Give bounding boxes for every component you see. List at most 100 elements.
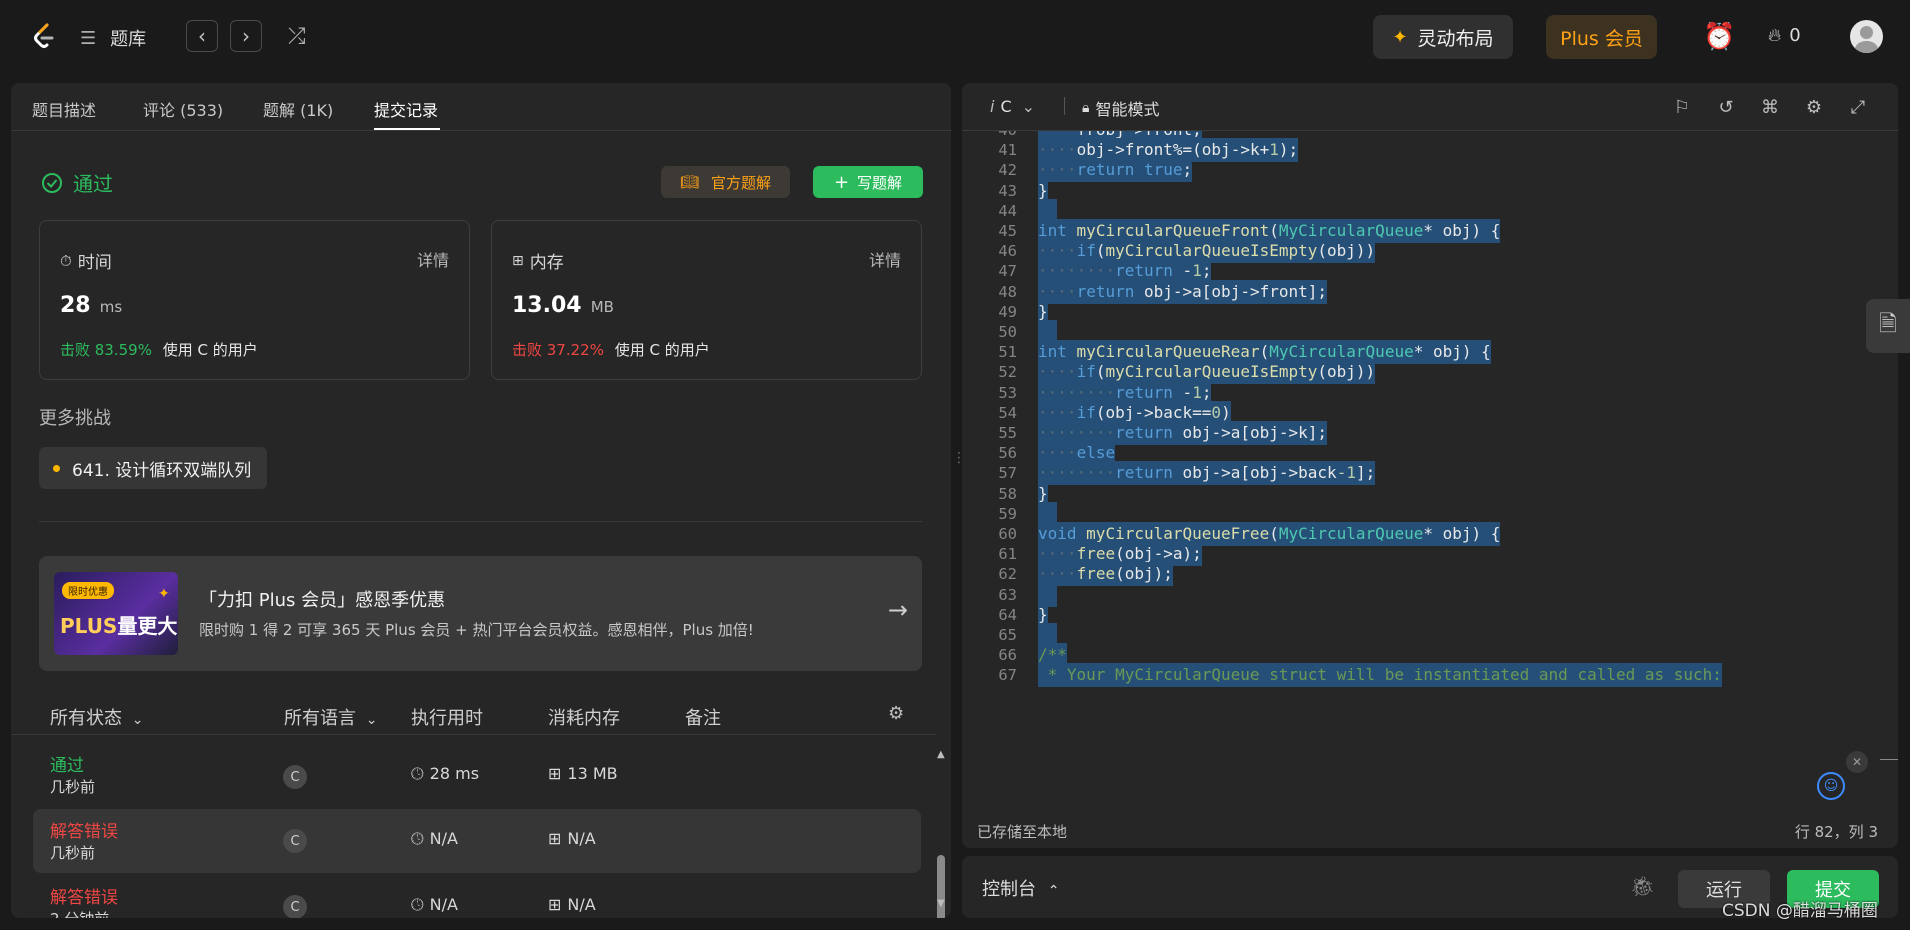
clock-icon: 🕓︎: [411, 829, 424, 848]
result-status: 通过: [41, 168, 113, 197]
problem-list-button[interactable]: ☰ 题库: [80, 25, 146, 51]
watermark: CSDN @醋溜马桶圈: [1722, 901, 1878, 921]
runtime-beats-suffix: 使用 C 的用户: [162, 341, 258, 359]
scroll-up-icon[interactable]: ▲: [937, 749, 945, 760]
left-tabs: 题目描述 评论 (533) 题解 (1K) 提交记录: [11, 83, 951, 131]
code-line[interactable]: 67 * Your MyCircularQueue struct will be…: [962, 663, 1898, 688]
settings-gear-icon[interactable]: ⚙: [1802, 95, 1826, 119]
leetcode-logo-icon[interactable]: [30, 22, 58, 50]
language-selector[interactable]: i C ⌄: [990, 97, 1035, 116]
tab-comments[interactable]: 评论 (533): [143, 97, 223, 121]
memory-unit: MB: [590, 298, 614, 316]
plus-promo-banner[interactable]: 限时优惠 ✦ PLUS量更大 「力扣 Plus 会员」感恩季优惠 限时购 1 得…: [39, 556, 922, 671]
fullscreen-icon[interactable]: ⤢: [1846, 95, 1870, 119]
write-solution-button[interactable]: + 写题解: [813, 166, 923, 198]
sparkle-icon: ✦: [1392, 26, 1408, 48]
runtime-card[interactable]: ⏱︎ 时间 详情 28 ms 击败 83.59% 使用 C 的用户: [39, 220, 470, 380]
shortcut-icon[interactable]: ⌘: [1758, 95, 1782, 119]
runtime-beats: 击败 83.59% 使用 C 的用户: [60, 339, 258, 360]
runtime-column-header: 执行用时: [411, 708, 483, 729]
result-status-label: 通过: [73, 172, 113, 196]
memory-label: 内存: [529, 253, 564, 273]
promo-title: 「力扣 Plus 会员」感恩季优惠: [199, 590, 446, 611]
official-solution-button[interactable]: 📖︎ 官方题解: [661, 166, 790, 198]
memory-beats: 击败 37.22% 使用 C 的用户: [512, 339, 710, 360]
tab-submissions[interactable]: 提交记录: [374, 97, 438, 121]
panel-resize-handle[interactable]: ⋮: [952, 450, 966, 480]
runtime-header: ⏱︎ 时间: [60, 248, 112, 274]
plus-member-label: Plus 会员: [1560, 27, 1643, 50]
submissions-table-header: 所有状态 ⌄ 所有语言 ⌄ 执行用时 消耗内存 备注 ⚙: [11, 695, 936, 735]
scroll-down-icon[interactable]: ▼: [937, 898, 945, 909]
promo-image: 限时优惠 ✦ PLUS量更大: [54, 572, 178, 655]
row-lang-badge: C: [283, 829, 307, 853]
code-text: * Your MyCircularQueue struct will be in…: [1038, 663, 1722, 688]
table-row[interactable]: 通过 几秒前 C 🕓︎ 28 ms ⊞ 13 MB: [11, 743, 936, 807]
clock-icon: 🕓︎: [411, 895, 424, 914]
next-problem-button[interactable]: ›: [230, 20, 262, 52]
table-row[interactable]: 解答错误 几秒前 C 🕓︎ N/A ⊞ N/A: [33, 809, 921, 873]
console-toggle[interactable]: 控制台 ⌃: [982, 875, 1059, 901]
code-area[interactable]: 40····frobj->front;41····obj->front%=(ob…: [962, 131, 1898, 811]
document-icon[interactable]: 🗎︎: [1866, 299, 1910, 353]
alarm-icon[interactable]: ⏰: [1703, 22, 1735, 52]
tab-description[interactable]: 题目描述: [32, 97, 96, 121]
lock-icon: 🔒︎: [1082, 100, 1090, 116]
difficulty-dot-icon: [53, 464, 60, 472]
row-runtime: 🕓︎ N/A: [411, 829, 458, 849]
chevron-right-icon: ›: [242, 24, 250, 48]
row-runtime-value: N/A: [429, 895, 458, 914]
editor-toolbar: i C ⌄ 🔒︎ 智能模式 ⚐ ↺ ⌘ ⚙ ⤢: [962, 83, 1898, 131]
reset-icon[interactable]: ↺: [1714, 95, 1738, 119]
row-runtime: 🕓︎ N/A: [411, 895, 458, 915]
row-memory-value: 13 MB: [567, 764, 618, 783]
shuffle-icon[interactable]: ⤮: [288, 24, 306, 49]
memory-detail-link[interactable]: 详情: [869, 247, 901, 271]
clock-icon: 🕓︎: [411, 764, 424, 783]
close-icon[interactable]: ✕: [1846, 751, 1868, 773]
row-memory: ⊞ N/A: [548, 895, 596, 914]
row-runtime-value: N/A: [429, 829, 458, 848]
smart-mode-toggle[interactable]: 🔒︎ 智能模式: [1082, 96, 1159, 120]
status-filter[interactable]: 所有状态 ⌄: [50, 704, 143, 730]
memory-beats-percent: 击败 37.22%: [512, 341, 604, 359]
promo-sparkle-icon: ✦: [158, 586, 170, 602]
challenge-item[interactable]: 641. 设计循环双端队列: [39, 447, 268, 489]
flow-layout-label: 灵动布局: [1417, 27, 1494, 50]
row-time-ago: 几秒前: [50, 778, 96, 796]
promo-badge: 限时优惠: [62, 582, 114, 599]
divider: [39, 521, 922, 522]
memory-column-header: 消耗内存: [548, 708, 620, 729]
language-filter[interactable]: 所有语言 ⌄: [284, 704, 377, 730]
table-row[interactable]: 解答错误 2 分钟前 C 🕓︎ N/A ⊞ N/A: [11, 875, 936, 918]
avatar[interactable]: [1850, 20, 1883, 53]
debug-bug-icon[interactable]: 🐞︎: [1630, 874, 1655, 898]
row-runtime: 🕓︎ 28 ms: [411, 764, 479, 784]
chevron-down-icon: ⌄: [365, 712, 378, 728]
row-lang-badge: C: [283, 765, 307, 789]
chip-icon: ⊞: [548, 895, 562, 914]
tab-solutions[interactable]: 题解 (1K): [263, 97, 333, 121]
flow-layout-button[interactable]: ✦ 灵动布局: [1373, 15, 1513, 59]
row-status: 解答错误: [50, 822, 118, 842]
chevron-left-icon: ‹: [198, 24, 206, 48]
memory-card[interactable]: ⊞ 内存 详情 13.04 MB 击败 37.22% 使用 C 的用户: [491, 220, 922, 380]
row-status: 解答错误: [50, 888, 118, 908]
table-scrollbar[interactable]: ▲: [935, 749, 947, 918]
row-time-ago: 几秒前: [50, 844, 96, 862]
row-lang-badge: C: [283, 895, 307, 918]
bookmark-icon[interactable]: ⚐: [1670, 95, 1694, 119]
toolbar-divider: [1064, 97, 1065, 115]
challenge-item-label: 641. 设计循环双端队列: [72, 460, 252, 481]
prev-problem-button[interactable]: ‹: [186, 20, 218, 52]
plus-member-button[interactable]: Plus 会员: [1546, 15, 1657, 59]
settings-gear-icon[interactable]: ⚙: [888, 703, 904, 724]
italic-i-icon: i: [990, 97, 995, 116]
runtime-detail-link[interactable]: 详情: [417, 247, 449, 271]
chevron-down-icon: ⌄: [1021, 97, 1036, 116]
streak-button[interactable]: 🔥︎ 0: [1768, 25, 1801, 46]
arrow-right-icon: →: [887, 596, 908, 624]
memory-header: ⊞ 内存: [512, 248, 564, 274]
chip-icon: ⊞: [548, 764, 562, 783]
smile-chat-icon: ☺: [1817, 772, 1845, 800]
